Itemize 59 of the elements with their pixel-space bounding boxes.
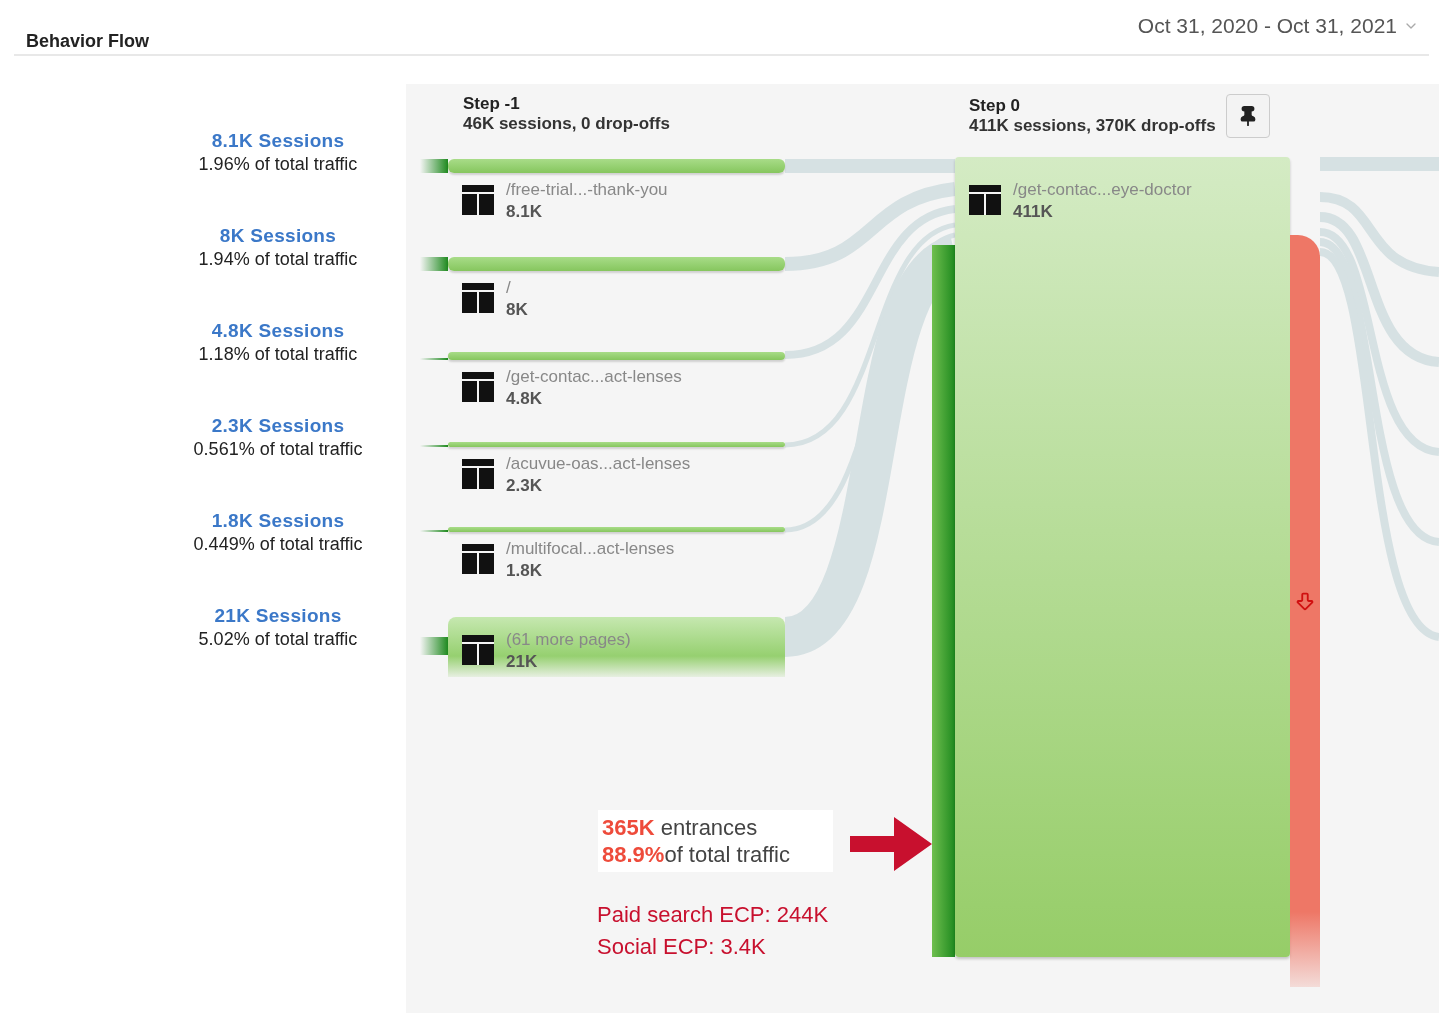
entrance-marker (420, 637, 448, 655)
arrow-icon (850, 817, 932, 871)
sessions-link[interactable]: 21K Sessions (214, 605, 342, 627)
step-title: Step 0 (969, 96, 1022, 116)
flow-node-block[interactable]: /get-contac...eye-doctor 411K (955, 157, 1290, 957)
sessions-link[interactable]: 4.8K Sessions (211, 320, 345, 342)
page-layout-icon (462, 635, 494, 665)
page-layout-icon (969, 185, 1001, 215)
flow-node-bar[interactable] (448, 442, 785, 447)
down-arrow-icon (1294, 590, 1316, 612)
entrance-marker (420, 530, 448, 532)
annotation-note: Social ECP: 3.4K (597, 933, 767, 961)
entrance-marker (420, 257, 448, 271)
session-count: 8.1K (506, 201, 543, 223)
entrance-marker (420, 358, 448, 360)
page-path[interactable]: /get-contac...eye-doctor (1013, 179, 1192, 201)
traffic-share-text: 88.9%of total traffic (602, 841, 791, 868)
sessions-link[interactable]: 1.8K Sessions (211, 510, 345, 532)
page-path[interactable]: /acuvue-oas...act-lenses (506, 453, 691, 475)
page-path[interactable]: (61 more pages) (506, 629, 631, 651)
traffic-share: 1.18% of total traffic (198, 344, 358, 365)
session-count: 2.3K (506, 475, 543, 497)
sessions-link[interactable]: 2.3K Sessions (211, 415, 345, 437)
traffic-share: 0.449% of total traffic (193, 534, 363, 555)
pin-button[interactable] (1225, 94, 1270, 138)
traffic-share: 5.02% of total traffic (198, 629, 358, 650)
traffic-share: 1.96% of total traffic (198, 154, 358, 175)
drop-off-bar[interactable] (1290, 235, 1320, 987)
flow-node-bar[interactable] (448, 527, 785, 532)
session-count: 4.8K (506, 388, 543, 410)
page-layout-icon (462, 544, 494, 574)
page-layout-icon (462, 283, 494, 313)
page-layout-icon (462, 459, 494, 489)
flow-node-bar[interactable] (448, 257, 785, 271)
page-path[interactable]: /free-trial...-thank-you (506, 179, 668, 201)
annotation-note: Paid search ECP: 244K (597, 901, 829, 929)
step-summary: 46K sessions, 0 drop-offs (463, 114, 670, 134)
report-title: Behavior Flow (26, 31, 150, 52)
traffic-share: 0.561% of total traffic (193, 439, 363, 460)
entrances-text: 365K entrances (602, 814, 759, 841)
flow-node-bar[interactable] (448, 159, 785, 173)
flow-node-bar[interactable] (448, 352, 785, 360)
step-summary: 411K sessions, 370K drop-offs (969, 116, 1216, 136)
session-count: 8K (506, 299, 528, 321)
session-count: 411K (1013, 201, 1054, 223)
page-layout-icon (462, 372, 494, 402)
traffic-share: 1.94% of total traffic (198, 249, 358, 270)
step-title: Step -1 (463, 94, 521, 114)
page-path[interactable]: /multifocal...act-lenses (506, 538, 675, 560)
entrance-marker (420, 445, 448, 447)
sessions-link[interactable]: 8.1K Sessions (211, 130, 345, 152)
page-path[interactable]: / (506, 277, 528, 299)
page-path[interactable]: /get-contac...act-lenses (506, 366, 682, 388)
sessions-link[interactable]: 8K Sessions (219, 225, 337, 247)
flow-node-block[interactable]: (61 more pages) 21K (448, 617, 785, 677)
session-count: 1.8K (506, 560, 543, 582)
session-count: 21K (506, 651, 539, 673)
page-layout-icon (462, 185, 494, 215)
entrance-marker (420, 159, 448, 173)
